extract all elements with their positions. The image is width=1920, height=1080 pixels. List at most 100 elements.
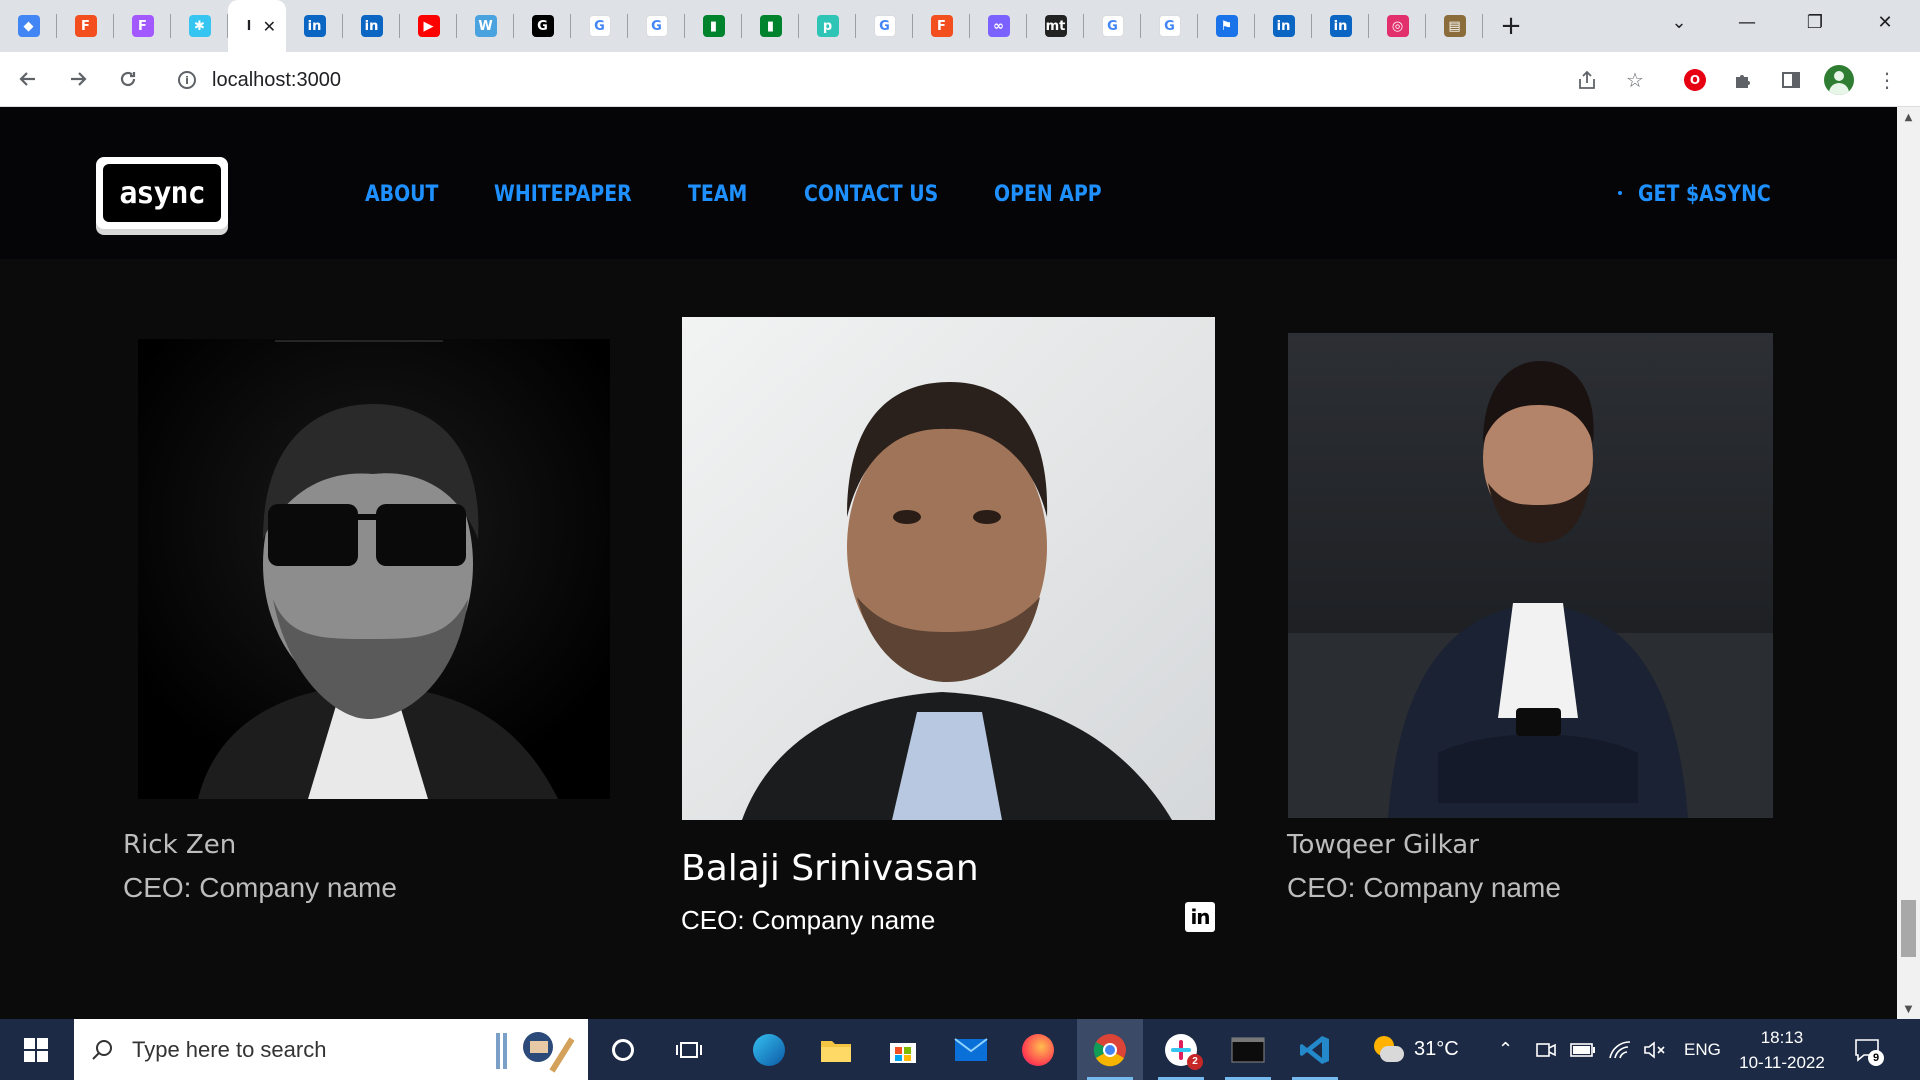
chrome-icon[interactable] bbox=[1077, 1019, 1143, 1080]
mt-icon: mt bbox=[1044, 15, 1067, 37]
weather-widget[interactable]: 31°C bbox=[1370, 1019, 1459, 1080]
browser-tab[interactable]: G bbox=[571, 0, 628, 52]
input-language[interactable]: ENG bbox=[1684, 1019, 1721, 1080]
nav-open-app[interactable]: OPEN APP bbox=[994, 182, 1102, 207]
partly-sunny-icon bbox=[1370, 1035, 1404, 1064]
new-tab-button[interactable]: + bbox=[1491, 6, 1531, 46]
browser-tab[interactable]: G bbox=[856, 0, 913, 52]
address-url[interactable]: localhost:3000 bbox=[212, 69, 341, 92]
linkedin-icon: in bbox=[303, 15, 326, 37]
taskbar-search-box[interactable]: Type here to search bbox=[74, 1019, 588, 1080]
clock[interactable]: 18:13 10-11-2022 bbox=[1733, 1019, 1831, 1080]
browser-tab[interactable]: ∞ bbox=[970, 0, 1027, 52]
cortana-icon[interactable] bbox=[590, 1019, 656, 1080]
clock-date: 10-11-2022 bbox=[1739, 1052, 1825, 1072]
browser-tab[interactable]: ◆ bbox=[0, 0, 57, 52]
nav-contact-us[interactable]: CONTACT US bbox=[804, 182, 938, 207]
rick-zen-photo bbox=[138, 339, 610, 799]
meet-now-icon[interactable] bbox=[1535, 1019, 1557, 1080]
book-icon: ▤ bbox=[1443, 15, 1466, 37]
vscode-icon[interactable] bbox=[1282, 1019, 1348, 1080]
restore-button[interactable]: ❐ bbox=[1780, 0, 1850, 44]
scrollbar-thumb[interactable] bbox=[1901, 900, 1916, 957]
person-name: Balaji Srinivasan bbox=[681, 848, 979, 889]
browser-tab[interactable]: F bbox=[114, 0, 171, 52]
nav-team[interactable]: TEAM bbox=[688, 182, 747, 207]
file-explorer-icon[interactable] bbox=[803, 1019, 869, 1080]
microsoft-store-icon[interactable] bbox=[870, 1019, 936, 1080]
linkedin-icon[interactable]: in bbox=[1185, 902, 1215, 932]
close-tab-icon[interactable]: ✕ bbox=[263, 17, 276, 36]
browser-tab[interactable]: ◎ bbox=[1369, 0, 1426, 52]
browser-tab[interactable]: G bbox=[514, 0, 571, 52]
browser-tab[interactable]: G bbox=[1141, 0, 1198, 52]
browser-menu-icon[interactable]: ⋮ bbox=[1867, 52, 1907, 107]
tab-search-chevron-icon[interactable]: ⌄ bbox=[1644, 0, 1714, 44]
profile-avatar[interactable] bbox=[1819, 52, 1859, 107]
opera-extension-icon[interactable]: O bbox=[1675, 52, 1715, 107]
volume-muted-icon[interactable] bbox=[1643, 1019, 1667, 1080]
browser-tab[interactable]: ▶ bbox=[400, 0, 457, 52]
portrait-image bbox=[1288, 333, 1773, 818]
google-icon: G bbox=[588, 15, 611, 37]
browser-tab[interactable]: W bbox=[457, 0, 514, 52]
wifi-icon[interactable] bbox=[1608, 1019, 1632, 1080]
scroll-down-arrow-icon[interactable]: ▼ bbox=[1897, 999, 1920, 1019]
browser-tab[interactable]: in bbox=[343, 0, 400, 52]
portrait-image bbox=[682, 317, 1215, 820]
show-hidden-icons-chevron-icon[interactable]: ⌃ bbox=[1498, 1019, 1513, 1080]
weather-temperature: 31°C bbox=[1414, 1038, 1459, 1060]
mail-icon[interactable] bbox=[938, 1019, 1004, 1080]
browser-tab[interactable]: G bbox=[628, 0, 685, 52]
browser-tab[interactable]: l ✕ bbox=[228, 0, 286, 52]
browser-tab[interactable]: ▮ bbox=[685, 0, 742, 52]
browser-tab[interactable]: in bbox=[1312, 0, 1369, 52]
instagram-icon: ◎ bbox=[1386, 15, 1409, 37]
notification-center-icon[interactable]: 9 bbox=[1854, 1019, 1884, 1080]
side-panel-icon[interactable] bbox=[1771, 52, 1811, 107]
async-logo[interactable]: async bbox=[96, 157, 228, 229]
address-bar[interactable]: i localhost:3000 bbox=[164, 59, 1644, 101]
browser-tab[interactable]: in bbox=[286, 0, 343, 52]
browser-tab[interactable]: ⚑ bbox=[1198, 0, 1255, 52]
start-button[interactable] bbox=[0, 1019, 72, 1080]
browser-tab[interactable]: G bbox=[1084, 0, 1141, 52]
browser-tab[interactable]: F bbox=[913, 0, 970, 52]
close-window-button[interactable]: ✕ bbox=[1850, 0, 1920, 44]
terminal-icon[interactable] bbox=[1215, 1019, 1281, 1080]
bookmark-star-icon[interactable]: ☆ bbox=[1615, 52, 1655, 107]
cricket-doodle-icon[interactable] bbox=[494, 1027, 575, 1073]
page-scrollbar[interactable]: ▲ ▼ bbox=[1897, 107, 1920, 1019]
extensions-puzzle-icon[interactable] bbox=[1723, 52, 1763, 107]
browser-tab[interactable]: ▮ bbox=[742, 0, 799, 52]
google-meet-icon: ▮ bbox=[759, 15, 782, 37]
balaji-srinivasan-photo bbox=[682, 317, 1215, 820]
pushbullet-icon: p bbox=[816, 15, 839, 37]
tab-strip: ◆ F F ✱ l ✕ in in ▶ W G G G ▮ ▮ p G F ∞ mt G G ⚑ in in ◎ ▤ + bbox=[0, 0, 1920, 52]
battery-icon[interactable] bbox=[1570, 1019, 1596, 1080]
site-info-icon[interactable]: i bbox=[178, 71, 196, 89]
browser-tab[interactable]: ▤ bbox=[1426, 0, 1483, 52]
edge-icon[interactable] bbox=[736, 1019, 802, 1080]
back-button[interactable] bbox=[6, 57, 50, 101]
arrow-right-icon bbox=[71, 72, 87, 86]
figma-icon: F bbox=[131, 15, 154, 37]
get-async-button[interactable]: GET $ASYNC bbox=[1638, 182, 1771, 207]
nav-about[interactable]: ABOUT bbox=[365, 182, 438, 207]
browser-tab[interactable]: F bbox=[57, 0, 114, 52]
share-icon[interactable] bbox=[1567, 52, 1607, 107]
browser-tab[interactable]: p bbox=[799, 0, 856, 52]
reload-button[interactable] bbox=[106, 57, 150, 101]
task-view-icon[interactable] bbox=[656, 1019, 722, 1080]
forward-button[interactable] bbox=[56, 57, 100, 101]
browser-tab[interactable]: ✱ bbox=[171, 0, 228, 52]
firefox-icon[interactable] bbox=[1005, 1019, 1071, 1080]
slack-taskbar-icon[interactable]: 2 bbox=[1148, 1019, 1214, 1080]
nav-whitepaper[interactable]: WHITEPAPER bbox=[494, 182, 632, 207]
flag-icon: ⚑ bbox=[1215, 15, 1238, 37]
scroll-up-arrow-icon[interactable]: ▲ bbox=[1897, 107, 1920, 127]
browser-tab[interactable]: in bbox=[1255, 0, 1312, 52]
minimize-button[interactable]: — bbox=[1712, 0, 1782, 44]
browser-tab[interactable]: mt bbox=[1027, 0, 1084, 52]
search-placeholder: Type here to search bbox=[132, 1036, 327, 1062]
